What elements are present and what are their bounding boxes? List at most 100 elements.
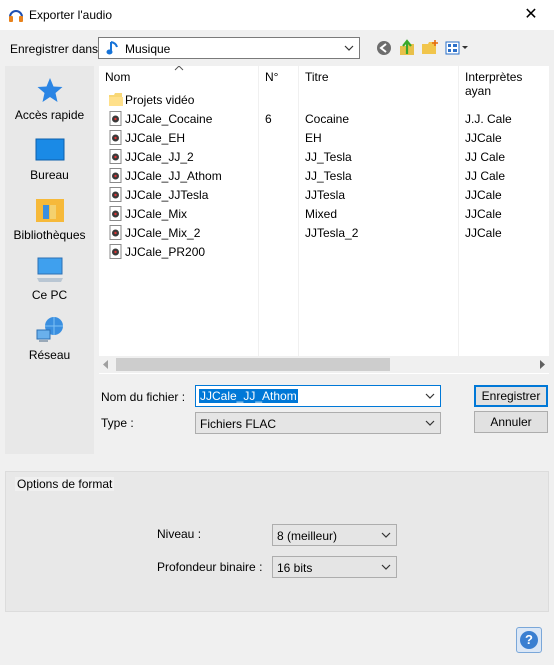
file-row[interactable]: JJCale_JJTesla JJTesla JJCale	[99, 185, 549, 204]
cell-title: EH	[305, 131, 322, 145]
scroll-right-icon[interactable]	[538, 359, 546, 370]
window-title: Exporter l'audio	[29, 8, 113, 22]
cancel-button[interactable]: Annuler	[474, 411, 548, 433]
audio-file-icon	[109, 168, 122, 183]
file-row[interactable]: JJCale_Mix_2 JJTesla_2 JJCale	[99, 223, 549, 242]
chevron-down-icon	[381, 564, 391, 570]
file-row[interactable]: JJCale_Cocaine 6 Cocaine J.J. Cale	[99, 109, 549, 128]
file-list[interactable]: Nom N° Titre Interprètes ayan Projets vi…	[99, 66, 549, 374]
help-icon: ?	[520, 631, 538, 649]
place-label: Ce PC	[31, 288, 68, 302]
back-icon[interactable]	[374, 38, 394, 58]
cell-artist: JJCale	[465, 131, 502, 145]
scroll-left-icon[interactable]	[102, 359, 110, 370]
filetype-dropdown[interactable]: Fichiers FLAC	[195, 412, 441, 434]
cell-name: JJCale_Mix	[125, 207, 188, 221]
cell-title: JJ_Tesla	[305, 169, 352, 183]
bitdepth-dropdown[interactable]: 16 bits	[272, 556, 397, 578]
sort-caret-icon	[174, 66, 184, 71]
up-folder-icon[interactable]	[397, 38, 417, 58]
column-header-artist[interactable]: Interprètes ayan	[465, 70, 549, 98]
audio-file-icon	[109, 187, 122, 202]
chevron-down-icon	[344, 45, 354, 51]
cell-name: JJCale_Mix_2	[125, 226, 201, 240]
place-label: Bibliothèques	[13, 228, 86, 242]
cell-num: 6	[265, 112, 272, 126]
cell-name: Projets vidéo	[125, 93, 195, 107]
file-row[interactable]: Projets vidéo	[99, 90, 549, 109]
cell-title: JJTesla	[305, 188, 346, 202]
column-header-number[interactable]: N°	[265, 70, 278, 90]
filename-value: JJCale_JJ_Athom	[199, 389, 298, 403]
folder-icon	[109, 93, 123, 106]
cell-title: JJTesla_2	[305, 226, 359, 240]
format-options-legend: Options de format	[15, 477, 115, 491]
filename-label: Nom du fichier :	[101, 390, 186, 404]
cell-artist: J.J. Cale	[465, 112, 512, 126]
cell-artist: JJCale	[465, 207, 502, 221]
cell-name: JJCale_Cocaine	[125, 112, 213, 126]
place-desktop[interactable]: Bureau	[5, 136, 94, 182]
chevron-down-icon	[425, 420, 435, 426]
cell-name: JJCale_JJ_Athom	[125, 169, 222, 183]
save-in-label: Enregistrer dans :	[10, 42, 105, 56]
places-bar: Accès rapide Bureau Bibliothèques Ce PC …	[5, 66, 94, 454]
place-network[interactable]: Réseau	[5, 316, 94, 362]
cell-name: JJCale_PR200	[125, 245, 206, 259]
help-button[interactable]: ?	[516, 627, 542, 653]
cell-artist: JJ Cale	[465, 150, 506, 164]
view-menu-icon[interactable]	[444, 38, 470, 58]
audacity-headphones-icon	[9, 10, 23, 22]
cell-title: Mixed	[305, 207, 338, 221]
place-this-pc[interactable]: Ce PC	[5, 256, 94, 302]
music-note-icon	[106, 41, 118, 55]
save-in-value: Musique	[125, 42, 171, 56]
audio-file-icon	[109, 149, 122, 164]
cell-title: JJ_Tesla	[305, 150, 352, 164]
save-in-dropdown[interactable]: Musique	[98, 37, 360, 59]
audio-file-icon	[109, 206, 122, 221]
place-label: Réseau	[28, 348, 71, 362]
network-icon	[36, 317, 63, 342]
bitdepth-value: 16 bits	[277, 561, 313, 575]
place-libraries[interactable]: Bibliothèques	[5, 196, 94, 242]
column-header-title[interactable]: Titre	[305, 70, 329, 90]
quick-access-star-icon	[37, 78, 62, 102]
save-button[interactable]: Enregistrer	[474, 385, 548, 407]
desktop-icon	[35, 138, 64, 161]
type-label: Type :	[101, 416, 134, 430]
new-folder-icon[interactable]	[420, 38, 440, 58]
file-row[interactable]: JJCale_Mix Mixed JJCale	[99, 204, 549, 223]
horizontal-scrollbar[interactable]	[99, 356, 549, 373]
cell-artist: JJCale	[465, 188, 502, 202]
scrollbar-thumb[interactable]	[116, 358, 390, 371]
audio-file-icon	[109, 111, 122, 126]
close-button[interactable]: ✕	[508, 0, 554, 30]
file-row[interactable]: JJCale_EH EH JJCale	[99, 128, 549, 147]
cell-title: Cocaine	[305, 112, 350, 126]
filename-input[interactable]: JJCale_JJ_Athom	[195, 385, 441, 407]
file-row[interactable]: JJCale_JJ_Athom JJ_Tesla JJ Cale	[99, 166, 549, 185]
format-options-group: Options de format Niveau : 8 (meilleur) …	[5, 471, 549, 612]
place-quick-access[interactable]: Accès rapide	[5, 76, 94, 122]
file-row[interactable]: JJCale_PR200	[99, 242, 549, 261]
audio-file-icon	[109, 244, 122, 259]
chevron-down-icon	[381, 532, 391, 538]
cell-artist: JJ Cale	[465, 169, 506, 183]
column-header-name[interactable]: Nom	[105, 70, 130, 90]
level-dropdown[interactable]: 8 (meilleur)	[272, 524, 397, 546]
filetype-value: Fichiers FLAC	[200, 417, 277, 431]
libraries-icon	[35, 199, 64, 222]
audio-file-icon	[109, 130, 122, 145]
place-label: Bureau	[30, 168, 69, 182]
cell-name: JJCale_JJ_2	[125, 150, 194, 164]
audio-file-icon	[109, 225, 122, 240]
title-bar: Exporter l'audio ✕	[0, 0, 554, 30]
level-label: Niveau :	[157, 527, 202, 541]
place-label: Accès rapide	[14, 108, 85, 122]
cell-name: JJCale_EH	[125, 131, 186, 145]
file-row[interactable]: JJCale_JJ_2 JJ_Tesla JJ Cale	[99, 147, 549, 166]
chevron-down-icon[interactable]	[424, 389, 436, 403]
level-value: 8 (meilleur)	[277, 529, 338, 543]
cell-name: JJCale_JJTesla	[125, 188, 209, 202]
